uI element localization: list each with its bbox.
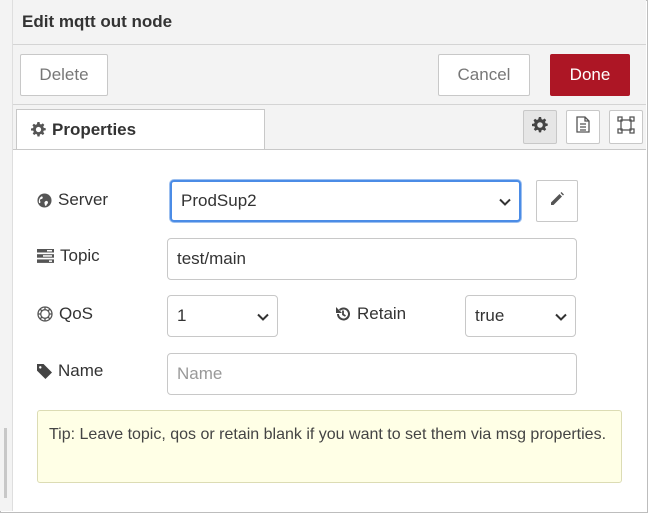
- chevron-down-icon: [257, 306, 269, 326]
- retain-select[interactable]: true: [465, 295, 576, 337]
- document-icon: [576, 116, 590, 138]
- tip-text: Tip: Leave topic, qos or retain blank if…: [49, 426, 607, 443]
- workspace-edge: [0, 0, 13, 511]
- tab-strip: Properties: [13, 105, 646, 150]
- pencil-icon: [550, 191, 564, 211]
- topic-input[interactable]: test/main: [167, 238, 577, 280]
- server-value: ProdSup2: [181, 191, 257, 210]
- node-appearance-button[interactable]: [609, 110, 643, 144]
- name-label-text: Name: [58, 361, 104, 380]
- scrollbar-thumb[interactable]: [4, 428, 7, 498]
- qos-select[interactable]: 1: [167, 295, 278, 337]
- dialog-title: Edit mqtt out node: [22, 12, 173, 31]
- tasks-icon: [37, 249, 54, 263]
- qos-label-text: QoS: [59, 304, 94, 323]
- edit-server-button[interactable]: [536, 180, 578, 222]
- cancel-button[interactable]: Cancel: [438, 54, 530, 96]
- globe-icon: [37, 192, 52, 208]
- node-properties-button[interactable]: [523, 110, 557, 144]
- gear-icon: [31, 122, 46, 137]
- empire-icon: [37, 306, 53, 322]
- node-description-button[interactable]: [566, 110, 600, 144]
- name-input[interactable]: Name: [167, 353, 577, 395]
- qos-label: QoS: [37, 304, 93, 324]
- retain-value: true: [475, 306, 505, 325]
- name-placeholder: Name: [177, 364, 223, 383]
- retain-label-text: Retain: [357, 304, 407, 323]
- name-label: Name: [37, 361, 103, 381]
- topic-label-text: Topic: [60, 246, 100, 265]
- server-select[interactable]: ProdSup2: [170, 180, 521, 222]
- tab-label: Properties: [52, 119, 137, 139]
- topic-label: Topic: [37, 246, 100, 266]
- tag-icon: [37, 363, 52, 379]
- server-label: Server: [37, 190, 108, 210]
- done-button[interactable]: Done: [550, 54, 630, 96]
- retain-label: Retain: [335, 304, 406, 324]
- tab-properties[interactable]: Properties: [16, 109, 265, 149]
- history-icon: [335, 306, 351, 322]
- chevron-down-icon: [499, 191, 511, 211]
- topic-value: test/main: [177, 249, 246, 268]
- chevron-down-icon: [555, 306, 567, 326]
- properties-panel: Server ProdSup2 Topic test/main QoS 1 Re…: [13, 150, 646, 511]
- dialog-button-bar: Delete Cancel Done: [13, 45, 646, 105]
- tip-box: Tip: Leave topic, qos or retain blank if…: [37, 410, 622, 483]
- frame-icon: [617, 115, 635, 139]
- server-label-text: Server: [58, 190, 109, 209]
- qos-value: 1: [177, 306, 187, 325]
- gear-icon: [532, 116, 548, 138]
- dialog-header: Edit mqtt out node: [13, 0, 646, 45]
- delete-button[interactable]: Delete: [20, 54, 108, 96]
